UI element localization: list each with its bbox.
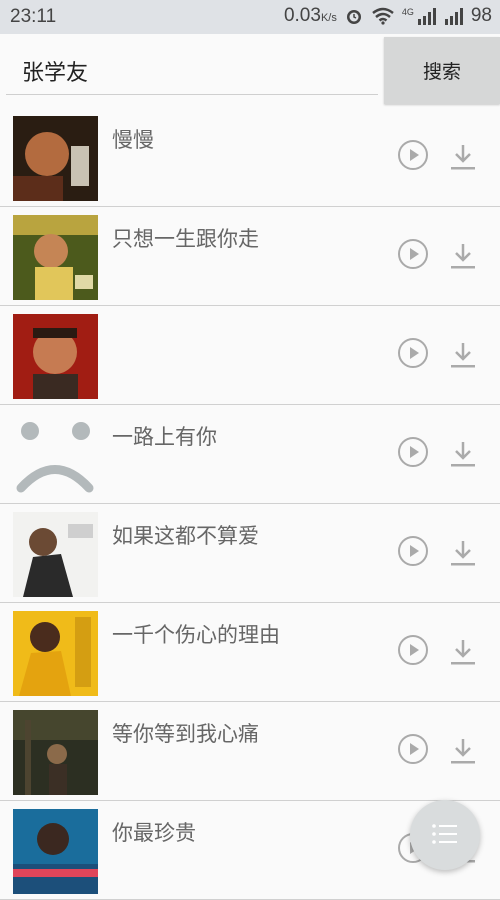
song-title: 一千个伤心的理由 (112, 623, 280, 647)
play-circle-icon[interactable] (398, 635, 428, 665)
album-cover (13, 809, 98, 894)
playlist-fab[interactable] (410, 800, 480, 870)
download-icon[interactable] (450, 142, 476, 172)
list-item[interactable]: 如果这都不算爱 (0, 504, 500, 603)
search-button[interactable]: 搜索 (384, 37, 500, 104)
alarm-icon (346, 10, 361, 24)
download-icon[interactable] (450, 736, 476, 766)
album-cover-placeholder (13, 413, 98, 498)
status-right: 0.03K/s 4G 98 (284, 5, 492, 27)
song-title: 只想一生跟你走 (112, 227, 259, 251)
wifi-icon (372, 7, 394, 25)
download-icon[interactable] (450, 538, 476, 568)
play-circle-icon[interactable] (398, 140, 428, 170)
song-title: 你最珍贵 (112, 821, 196, 845)
song-title: 一路上有你 (112, 425, 217, 449)
list-item[interactable]: 等你等到我心痛 (0, 702, 500, 801)
song-list[interactable]: 慢慢 只想一生跟你走 一路上有你 如果这都不算爱 一千个伤心的理由 等你等到我心… (0, 108, 500, 900)
album-cover (13, 116, 98, 201)
list-item[interactable]: 慢慢 (0, 108, 500, 207)
download-icon[interactable] (450, 340, 476, 370)
play-circle-icon[interactable] (398, 338, 428, 368)
album-cover (13, 611, 98, 696)
network-speed-unit: K/s (320, 12, 337, 24)
play-circle-icon[interactable] (398, 734, 428, 764)
download-icon[interactable] (450, 241, 476, 271)
song-title: 如果这都不算爱 (112, 524, 259, 548)
signal-icon (444, 8, 463, 25)
play-circle-icon[interactable] (398, 437, 428, 467)
download-icon[interactable] (450, 439, 476, 469)
song-title: 等你等到我心痛 (112, 722, 259, 746)
list-item[interactable]: 只想一生跟你走 (0, 207, 500, 306)
album-cover (13, 710, 98, 795)
status-bar: 23:11 0.03K/s 4G 98 (0, 0, 500, 34)
list-item[interactable]: 一千个伤心的理由 (0, 603, 500, 702)
album-cover (13, 215, 98, 300)
play-circle-icon[interactable] (398, 239, 428, 269)
list-item[interactable]: 一路上有你 (0, 405, 500, 504)
album-cover (13, 314, 98, 399)
song-title: 慢慢 (112, 128, 154, 152)
list-item[interactable] (0, 306, 500, 405)
playlist-icon (432, 824, 457, 844)
status-time: 23:11 (10, 6, 57, 27)
search-field[interactable] (6, 44, 378, 95)
search-input[interactable] (22, 58, 362, 83)
network-type-badge: 4G (401, 7, 414, 17)
sad-face-icon (16, 422, 94, 493)
album-cover (13, 512, 98, 597)
play-circle-icon[interactable] (398, 536, 428, 566)
signal-4g-icon (417, 8, 436, 25)
battery-level: 98 (470, 5, 492, 26)
network-speed-value: 0.03 (283, 5, 321, 26)
network-speed: 0.03K/s (284, 5, 337, 27)
download-icon[interactable] (450, 637, 476, 667)
